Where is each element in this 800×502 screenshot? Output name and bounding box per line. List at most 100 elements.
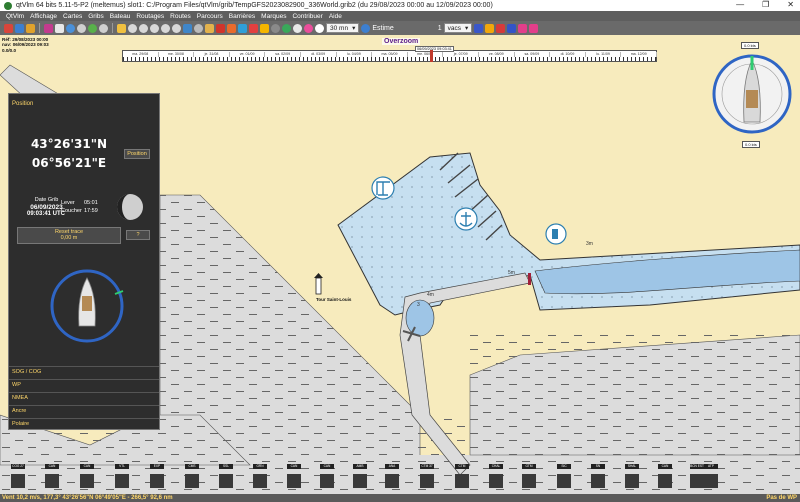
globe-icon[interactable]	[66, 23, 75, 33]
sailboat-icon[interactable]	[227, 23, 236, 33]
waypoint-stripe	[522, 474, 536, 488]
title-bar: qtVlm 64 bits 5.11-5-P2 (meltemus) slot1…	[0, 0, 800, 11]
tracking-icon[interactable]	[518, 23, 528, 33]
window-title: qtVlm 64 bits 5.11-5-P2 (meltemus) slot1…	[16, 2, 493, 9]
maximize-button[interactable]: ❐	[762, 0, 769, 9]
waypoint-marker[interactable]: SIC	[557, 464, 571, 492]
waypoint-marker[interactable]: COG 27	[11, 464, 25, 492]
anchor-tool-icon[interactable]	[260, 23, 269, 33]
calendar-icon[interactable]	[55, 23, 64, 33]
menu-barrieres[interactable]: Barrières	[226, 13, 258, 20]
step-select[interactable]: 30 mn ▾	[326, 23, 360, 33]
sunrise-value: 05:01	[84, 200, 98, 206]
minimize-button[interactable]: —	[736, 0, 744, 9]
waypoint-marker[interactable]: VTL	[115, 464, 129, 492]
cursor-select-icon[interactable]	[117, 23, 126, 33]
magnifier-icon[interactable]	[194, 23, 203, 33]
section-sog-cog[interactable]: SOG / COG	[9, 366, 159, 378]
waypoint-label: SN	[591, 464, 605, 469]
waypoint-stripe	[115, 474, 129, 488]
menu-contribuer[interactable]: Contribuer	[289, 13, 325, 20]
gps-icon[interactable]	[474, 23, 484, 33]
waypoint-marker[interactable]: CTM	[455, 464, 469, 492]
night-mode-icon[interactable]	[507, 23, 517, 33]
menu-cartes[interactable]: Cartes	[60, 13, 85, 20]
grib-download-icon[interactable]	[26, 23, 35, 33]
settings-icon[interactable]	[293, 23, 302, 33]
map-layer-icon[interactable]	[183, 23, 192, 33]
menu-affichage[interactable]: Affichage	[27, 13, 60, 20]
zoom-boat-icon[interactable]	[161, 23, 170, 33]
menu-bateau[interactable]: Bateau	[107, 13, 134, 20]
alarm-icon[interactable]	[496, 23, 506, 33]
waypoint-marker[interactable]: AMB	[353, 464, 367, 492]
grib-timeline[interactable]: ma. 29/08 me. 30/08 je. 31/08 ve. 01/09 …	[122, 50, 657, 62]
waypoint-marker[interactable]: CAN	[45, 464, 59, 492]
estime-play-icon[interactable]	[361, 23, 371, 33]
waypoint-stripe	[45, 474, 59, 488]
config-icon[interactable]	[529, 23, 539, 33]
polar-icon[interactable]	[282, 23, 291, 33]
section-wp[interactable]: WP	[9, 379, 159, 391]
waypoint-label: CAN	[45, 464, 59, 469]
waypoint-label: CHAL	[489, 464, 503, 469]
section-ancre[interactable]: Ancre	[9, 405, 159, 417]
vac-unit-select[interactable]: vacs ▾	[443, 23, 473, 33]
waypoint-marker[interactable]: GTM	[522, 464, 536, 492]
waypoint-marker[interactable]: BCN EST	[690, 464, 704, 492]
reset-trace-button[interactable]: Reset trace 0,00 m	[17, 227, 121, 244]
waypoint-marker[interactable]: ATP	[704, 464, 718, 492]
back-step-icon[interactable]	[77, 23, 86, 33]
boat-compass[interactable]	[47, 266, 127, 346]
waypoint-marker[interactable]: CAN	[658, 464, 672, 492]
lighthouse-label: Tour Saint-Louis	[316, 297, 352, 302]
waypoint-marker[interactable]: SHAL	[625, 464, 639, 492]
forward-step-icon[interactable]	[99, 23, 108, 33]
help-button[interactable]: ?	[126, 230, 150, 240]
waypoint-stripe	[591, 474, 605, 488]
close-button[interactable]: ✕	[787, 0, 794, 9]
section-polaire[interactable]: Polaire	[9, 418, 159, 430]
waypoint-marker[interactable]: CTM 37	[420, 464, 434, 492]
pencil-icon[interactable]	[205, 23, 214, 33]
route-icon[interactable]	[238, 23, 247, 33]
zoom-fit-icon[interactable]	[150, 23, 159, 33]
grib-load-icon[interactable]	[4, 23, 13, 33]
waypoint-marker[interactable]: GRN	[253, 464, 267, 492]
waypoint-marker[interactable]: CAN	[80, 464, 94, 492]
compass-tool-icon[interactable]	[271, 23, 280, 33]
position-header[interactable]: Position	[12, 101, 33, 107]
routing-icon[interactable]	[304, 23, 313, 33]
waypoint-marker[interactable]: ANA	[385, 464, 399, 492]
waypoint-marker[interactable]: CHAL	[489, 464, 503, 492]
barrier-icon[interactable]	[216, 23, 225, 33]
menu-gribs[interactable]: Gribs	[85, 13, 107, 20]
menu-routages[interactable]: Routages	[133, 13, 167, 20]
menu-marques[interactable]: Marques	[258, 13, 289, 20]
waypoint-marker[interactable]: CAN	[320, 464, 334, 492]
waypoint-icon[interactable]	[249, 23, 258, 33]
grib-close-icon[interactable]	[44, 23, 53, 33]
warning-icon[interactable]	[485, 23, 495, 33]
menu-routes[interactable]: Routes	[167, 13, 194, 20]
waypoint-marker[interactable]: CMS	[185, 464, 199, 492]
step-select-value: 30 mn	[330, 24, 349, 32]
menu-aide[interactable]: Aide	[326, 13, 345, 20]
section-nmea[interactable]: NMEA	[9, 392, 159, 404]
sync-icon[interactable]	[315, 23, 324, 33]
waypoint-marker[interactable]: CAN	[287, 464, 301, 492]
play-icon[interactable]	[88, 23, 97, 33]
timeline-cursor[interactable]	[430, 50, 433, 62]
zoom-in-icon[interactable]	[128, 23, 137, 33]
position-button[interactable]: Position	[124, 149, 150, 159]
waypoint-marker[interactable]: SSL	[219, 464, 233, 492]
waypoint-marker[interactable]: SN	[591, 464, 605, 492]
menu-qtvlm[interactable]: QtVlm	[3, 13, 27, 20]
grib-window-icon[interactable]	[15, 23, 24, 33]
waypoint-marker[interactable]: EXP	[150, 464, 164, 492]
zoom-out-icon[interactable]	[139, 23, 148, 33]
navigation-compass[interactable]	[708, 50, 796, 138]
menu-parcours[interactable]: Parcours	[194, 13, 226, 20]
zoom-area-icon[interactable]	[172, 23, 181, 33]
vac-count[interactable]: 1	[438, 25, 442, 32]
